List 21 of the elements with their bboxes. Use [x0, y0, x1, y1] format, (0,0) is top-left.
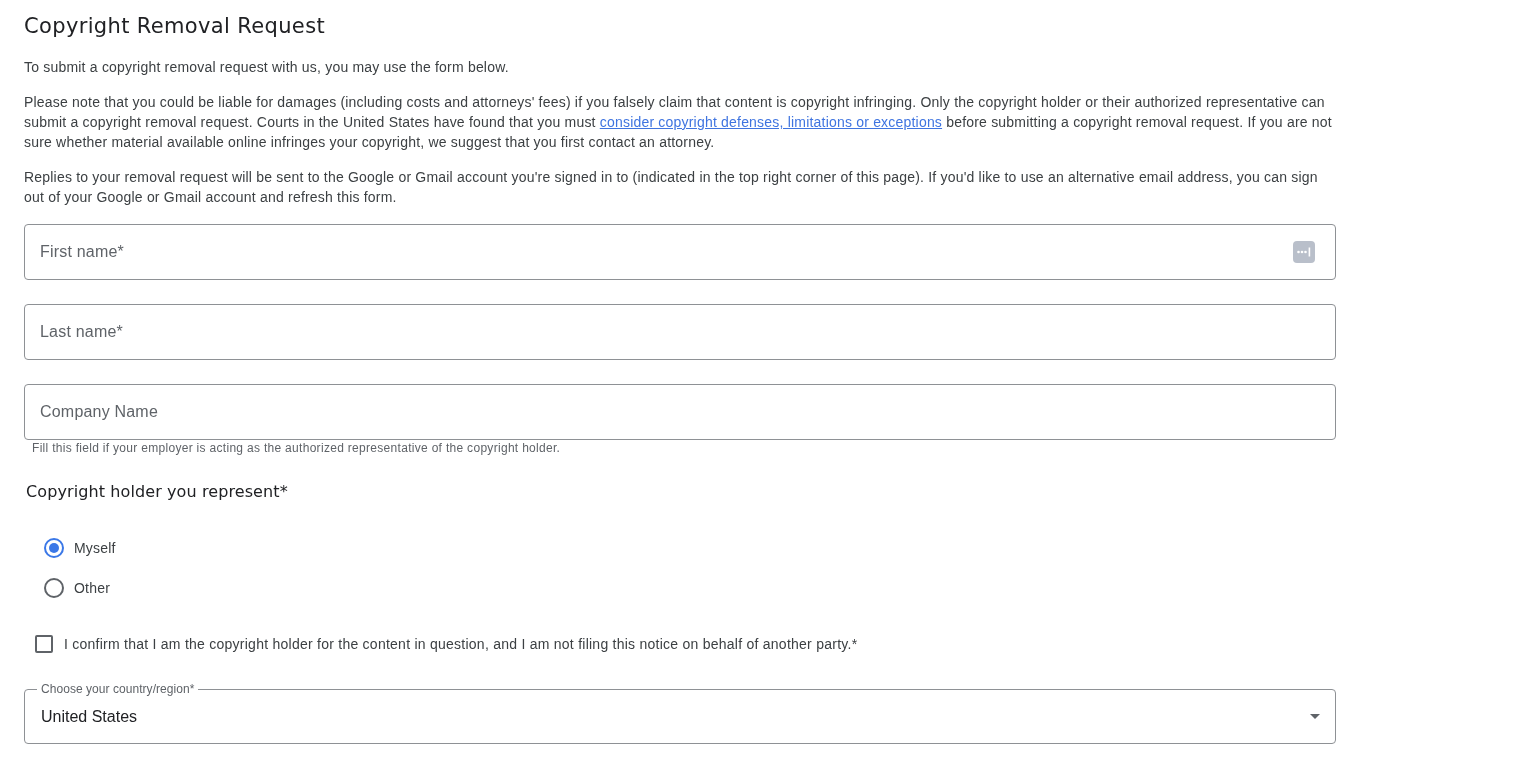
- dots-tile-icon[interactable]: [1293, 241, 1315, 263]
- helper-text: Fill this field if your employer is acting as the authorized representative of the copyright holder.: [32, 441, 562, 455]
- section-heading: Copyright holder you represent*: [26, 481, 289, 503]
- radio-button[interactable]: [44, 538, 64, 558]
- page-title: Copyright Removal Request: [24, 13, 327, 40]
- notice-paragraph: To submit a copyright removal request with us, you may use the form below.: [24, 58, 510, 77]
- option-label[interactable]: Myself: [74, 540, 116, 556]
- select-label: Choose your country/region*: [40, 682, 196, 696]
- checkbox[interactable]: [35, 635, 53, 653]
- text-input-field[interactable]: Company Name: [24, 384, 1336, 440]
- policy-link[interactable]: consider copyright defenses, limitations or exceptions: [599, 114, 943, 130]
- select-value: United States: [41, 706, 139, 726]
- country-select[interactable]: Choose your country/region* United States: [24, 682, 1336, 744]
- notice-paragraph: Please note that you could be liable for damages (including costs and attorneys' fees) if you falsely claim that content is copyright infringing. Only the copyright holder or their authorized representative can submit a copyright removal request. Courts in the United States have found that you must consider copyright defenses, limitations or exceptions before submitting a copyright removal request. If you are not sure whether material available online infringes your copyright, we suggest that you first contact an attorney.: [24, 93, 1333, 152]
- option-label[interactable]: Other: [74, 580, 110, 596]
- text-input-field[interactable]: First name*: [24, 224, 1336, 280]
- checkbox-label[interactable]: I confirm that I am the copyright holder for the content in question, and I am not filing this notice on behalf of another party.*: [64, 636, 858, 652]
- radio-button[interactable]: [44, 578, 64, 598]
- text-input-field[interactable]: Last name*: [24, 304, 1336, 360]
- notice-paragraph: Replies to your removal request will be sent to the Google or Gmail account you're signed in to (indicated in the top right corner of this page). If you'd like to use an alternative email address, you can sign out of your Google or Gmail account and refresh this form.: [24, 168, 1319, 207]
- caret-icon: [1310, 713, 1320, 719]
